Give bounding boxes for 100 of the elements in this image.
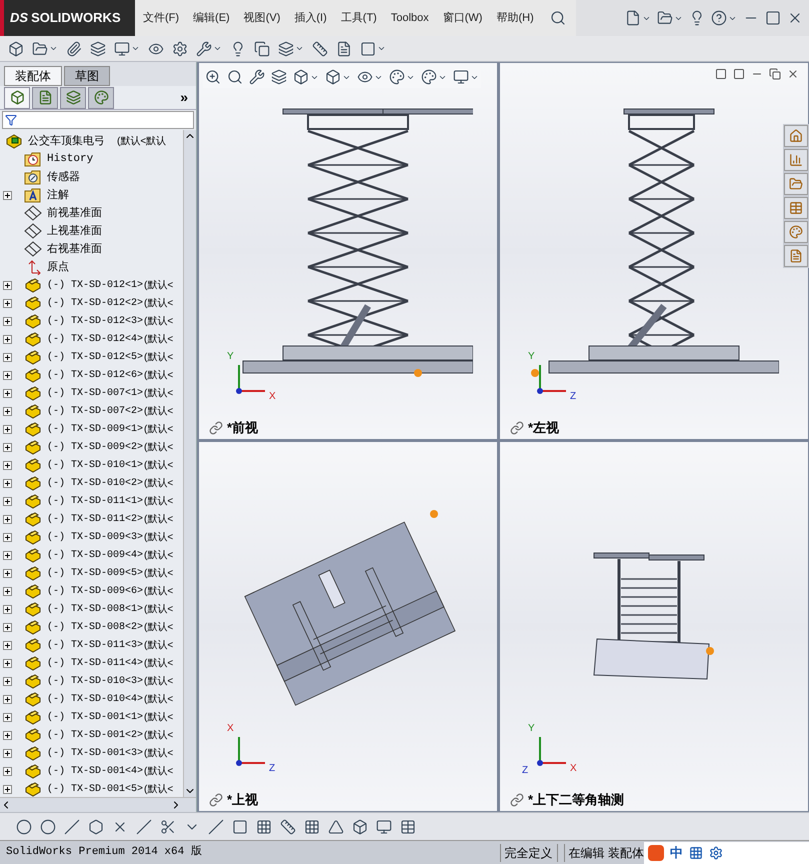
tree-item[interactable]: 注解 <box>0 186 183 204</box>
tree-item[interactable]: (-) TX-SD-009<4>(默认< <box>0 546 183 564</box>
tree-item[interactable]: (-) TX-SD-011<3>(默认< <box>0 636 183 654</box>
menu-item[interactable]: 帮助(H) <box>496 10 534 26</box>
expand-icon[interactable] <box>3 640 12 650</box>
menu-item[interactable]: 视图(V) <box>244 10 280 26</box>
tree-item[interactable]: (-) TX-SD-010<2>(默认< <box>0 474 183 492</box>
expand-icon[interactable] <box>3 406 12 416</box>
expand-icon[interactable] <box>3 784 12 794</box>
expand-icon[interactable] <box>3 334 12 344</box>
expand-icon[interactable] <box>3 460 12 470</box>
task-pane-tab[interactable] <box>784 125 808 147</box>
filter-field[interactable] <box>2 111 194 129</box>
tree-item[interactable]: (-) TX-SD-009<1>(默认< <box>0 420 183 438</box>
expand-icon[interactable] <box>3 352 12 362</box>
expand-icon[interactable] <box>3 622 12 632</box>
tree-item[interactable]: (-) TX-SD-012<1>(默认< <box>0 276 183 294</box>
task-pane-tab[interactable] <box>784 197 808 219</box>
task-pane-tab[interactable] <box>784 149 808 171</box>
menu-item[interactable]: 编辑(E) <box>193 10 230 26</box>
more-button[interactable]: » <box>180 87 192 108</box>
part-icon <box>24 547 42 563</box>
expand-icon[interactable] <box>3 190 12 200</box>
tree-item[interactable]: (-) TX-SD-012<4>(默认< <box>0 330 183 348</box>
tree-item[interactable]: (-) TX-SD-011<2>(默认< <box>0 510 183 528</box>
expand-icon[interactable] <box>3 712 12 722</box>
tree-item[interactable]: (-) TX-SD-008<2>(默认< <box>0 618 183 636</box>
vertical-scrollbar[interactable] <box>183 130 196 797</box>
menu-item[interactable]: 工具(T) <box>340 10 377 26</box>
expand-icon[interactable] <box>3 694 12 704</box>
panel-icon-tab[interactable] <box>60 86 86 108</box>
tree-item[interactable]: (-) TX-SD-001<3>(默认< <box>0 744 183 762</box>
tree-item[interactable]: 上视基准面 <box>0 222 183 240</box>
task-pane-tab[interactable] <box>784 173 808 195</box>
expand-icon[interactable] <box>3 280 12 290</box>
menu-item[interactable]: 插入(I) <box>294 10 327 26</box>
tile-icon[interactable] <box>733 68 745 80</box>
horizontal-scrollbar[interactable] <box>0 797 196 812</box>
expand-icon[interactable] <box>3 442 12 452</box>
expand-icon[interactable] <box>3 604 12 614</box>
keyboard-icon[interactable] <box>689 846 703 860</box>
expand-icon[interactable] <box>3 496 12 506</box>
tree-item[interactable]: (-) TX-SD-012<5>(默认< <box>0 348 183 366</box>
tree-item[interactable]: (-) TX-SD-010<3>(默认< <box>0 672 183 690</box>
panel-tab[interactable]: 装配体 <box>4 66 62 86</box>
expand-icon[interactable] <box>3 766 12 776</box>
tree-item[interactable]: (-) TX-SD-009<5>(默认< <box>0 564 183 582</box>
tree-item-name: (-) TX-SD-012<1> <box>46 278 142 292</box>
tree-item[interactable]: 前视基准面 <box>0 204 183 222</box>
expand-icon[interactable] <box>3 316 12 326</box>
panel-icon-tab[interactable] <box>32 86 58 108</box>
tree-item[interactable]: (-) TX-SD-010<1>(默认< <box>0 456 183 474</box>
tree-item[interactable]: (-) TX-SD-007<1>(默认< <box>0 384 183 402</box>
expand-icon[interactable] <box>3 478 12 488</box>
task-pane-tab[interactable] <box>784 245 808 267</box>
expand-icon[interactable] <box>3 370 12 380</box>
close-icon[interactable] <box>787 68 799 80</box>
expand-icon[interactable] <box>3 424 12 434</box>
tree-item[interactable]: (-) TX-SD-012<3>(默认< <box>0 312 183 330</box>
tree-item[interactable]: (-) TX-SD-010<4>(默认< <box>0 690 183 708</box>
panel-tab[interactable]: 草图 <box>64 66 110 86</box>
tree-item[interactable]: (-) TX-SD-001<5>(默认< <box>0 780 183 797</box>
tree-item[interactable]: (-) TX-SD-007<2>(默认< <box>0 402 183 420</box>
tree-item[interactable]: (-) TX-SD-011<4>(默认< <box>0 654 183 672</box>
expand-icon[interactable] <box>3 568 12 578</box>
panel-icon-tab[interactable] <box>88 86 114 108</box>
tree-item[interactable]: (-) TX-SD-001<1>(默认< <box>0 708 183 726</box>
menu-item[interactable]: 窗口(W) <box>442 10 482 26</box>
expand-icon[interactable] <box>3 514 12 524</box>
tree-item[interactable]: (-) TX-SD-008<1>(默认< <box>0 600 183 618</box>
tree-item[interactable]: History <box>0 150 183 168</box>
panel-icon-tab[interactable] <box>4 86 30 108</box>
task-pane-tab[interactable] <box>784 221 808 243</box>
tree-item[interactable]: 公交车顶集电弓 (默认<默认 <box>0 132 183 150</box>
tree-item[interactable]: (-) TX-SD-012<2>(默认< <box>0 294 183 312</box>
expand-icon[interactable] <box>3 658 12 668</box>
expand-icon[interactable] <box>3 550 12 560</box>
expand-icon[interactable] <box>3 388 12 398</box>
tree-item[interactable]: (-) TX-SD-012<6>(默认< <box>0 366 183 384</box>
menu-item[interactable]: Toolbox <box>390 10 429 26</box>
settings-icon[interactable] <box>709 846 723 860</box>
expand-icon[interactable] <box>3 748 12 758</box>
expand-icon[interactable] <box>3 676 12 686</box>
tree-item[interactable]: (-) TX-SD-001<4>(默认< <box>0 762 183 780</box>
menu-item[interactable]: 文件(F) <box>143 10 180 26</box>
tree-item[interactable]: 原点 <box>0 258 183 276</box>
tree-item[interactable]: (-) TX-SD-001<2>(默认< <box>0 726 183 744</box>
tree-item[interactable]: 传感器 <box>0 168 183 186</box>
expand-icon[interactable] <box>3 298 12 308</box>
tree-item[interactable]: (-) TX-SD-009<6>(默认< <box>0 582 183 600</box>
expand-icon[interactable] <box>3 730 12 740</box>
tree-item[interactable]: 右视基准面 <box>0 240 183 258</box>
tree-item[interactable]: (-) TX-SD-009<2>(默认< <box>0 438 183 456</box>
tree-item-name: (-) TX-SD-012<5> <box>46 350 142 364</box>
restore-icon[interactable] <box>769 68 781 80</box>
expand-icon[interactable] <box>3 586 12 596</box>
expand-icon[interactable] <box>3 532 12 542</box>
tree-item[interactable]: (-) TX-SD-009<3>(默认< <box>0 528 183 546</box>
tile-icon[interactable] <box>715 68 727 80</box>
tree-item[interactable]: (-) TX-SD-011<1>(默认< <box>0 492 183 510</box>
